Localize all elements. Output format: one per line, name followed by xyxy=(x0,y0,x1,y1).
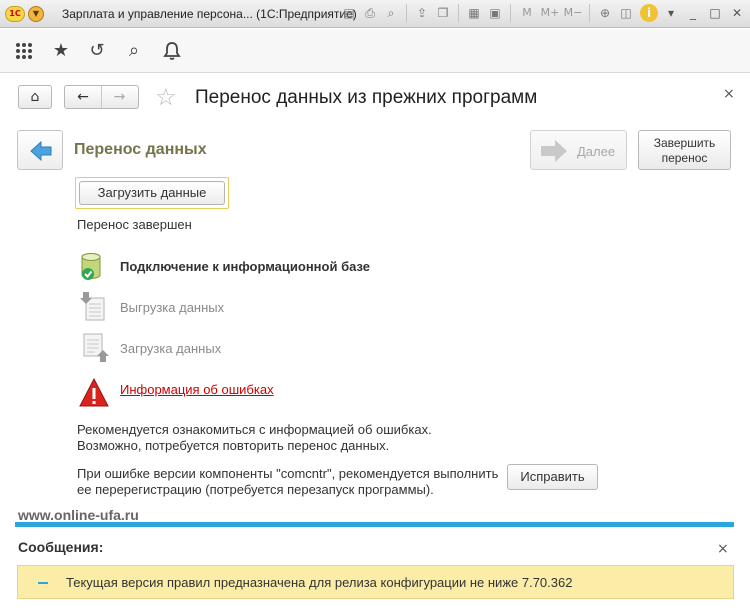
step-import-label: Загрузка данных xyxy=(120,341,222,356)
load-data-button[interactable]: Загрузить данные xyxy=(79,181,225,205)
finish-transfer-button[interactable]: Завершить перенос xyxy=(638,130,731,170)
search-icon[interactable]: ⌕ xyxy=(122,39,146,63)
maximize-icon[interactable]: □ xyxy=(706,4,724,22)
section-title: Перенос данных xyxy=(74,141,207,158)
history-icon[interactable]: ↺ xyxy=(85,39,109,63)
comcntr-text-line1: При ошибке версии компоненты "comcntr", … xyxy=(77,466,499,481)
close-messages-icon[interactable]: × xyxy=(717,541,729,557)
toolbar-divider xyxy=(458,4,459,22)
home-button-group: ⌂ xyxy=(18,85,52,109)
next-button[interactable]: Далее xyxy=(530,130,627,170)
message-marker-icon xyxy=(38,582,48,584)
upload-icon[interactable]: ⇪ xyxy=(413,4,431,22)
close-form-icon[interactable]: × xyxy=(723,86,735,102)
messages-title: Сообщения: xyxy=(18,539,104,555)
home-icon[interactable]: ⌂ xyxy=(19,86,51,108)
calculator-icon[interactable]: ▦ xyxy=(465,4,483,22)
documents-icon[interactable]: ❐ xyxy=(434,4,452,22)
print-icon[interactable]: ⎙ xyxy=(361,4,379,22)
calendar-icon[interactable]: ▣ xyxy=(486,4,504,22)
notifications-bell-icon[interactable] xyxy=(160,39,184,63)
toolbar-divider xyxy=(589,4,590,22)
memory-minus-button[interactable]: M− xyxy=(563,4,583,22)
app-logo-icon: 1С xyxy=(5,6,25,22)
error-warning-icon xyxy=(79,377,109,407)
watermark-text: www.online-ufa.ru xyxy=(18,507,139,523)
back-arrow-icon[interactable]: ← xyxy=(65,86,101,108)
back-arrow-icon xyxy=(30,140,52,162)
export-data-icon xyxy=(80,292,105,321)
info-menu-icon[interactable]: ▾ xyxy=(662,4,680,22)
toolbar-divider xyxy=(510,4,511,22)
finish-button-label-line2: перенос xyxy=(661,151,708,165)
window-controls: i ▾ _ □ ✕ xyxy=(640,4,746,22)
favorite-star-icon[interactable]: ☆ xyxy=(155,84,177,110)
memory-plus-button[interactable]: M+ xyxy=(540,4,560,22)
forward-arrow-icon[interactable]: → xyxy=(101,86,137,108)
messages-divider xyxy=(15,522,734,527)
close-window-icon[interactable]: ✕ xyxy=(728,4,746,22)
fix-button[interactable]: Исправить xyxy=(507,464,598,490)
zoom-icon[interactable]: ⊕ xyxy=(596,4,614,22)
minimize-icon[interactable]: _ xyxy=(684,4,702,22)
finish-button-label-line1: Завершить xyxy=(653,136,716,150)
step-export-label: Выгрузка данных xyxy=(120,300,225,315)
database-connected-icon xyxy=(81,253,101,280)
load-button-focus-frame: Загрузить данные xyxy=(75,177,229,209)
window-title: Зарплата и управление персона... (1С:Пре… xyxy=(62,7,357,21)
message-text: Текущая версия правил предназначена для … xyxy=(66,575,573,590)
main-menu-icon[interactable]: ▼ xyxy=(28,6,44,22)
comcntr-text-line2: ее перерегистрацию (потребуется перезапу… xyxy=(77,482,434,497)
apps-grid-icon[interactable] xyxy=(12,39,36,63)
form-title: Перенос данных из прежних программ xyxy=(195,87,538,108)
recommend-text-line2: Возможно, потребуется повторить перенос … xyxy=(77,438,390,453)
next-button-label: Далее xyxy=(577,144,616,159)
error-info-link[interactable]: Информация об ошибках xyxy=(120,382,274,397)
memory-button[interactable]: M xyxy=(517,4,537,22)
window-title-bar: 1С ▼ Зарплата и управление персона... (1… xyxy=(0,0,750,28)
main-toolbar: ★ ↺ ⌕ xyxy=(0,29,750,73)
next-arrow-icon xyxy=(541,140,567,162)
panels-icon[interactable]: ◫ xyxy=(617,4,635,22)
title-toolbar: ▤ ⎙ ⌕ ⇪ ❐ ▦ ▣ M M+ M− ⊕ ◫ xyxy=(340,4,635,22)
import-data-icon xyxy=(83,333,109,362)
info-icon[interactable]: i xyxy=(640,4,658,22)
preview-icon[interactable]: ⌕ xyxy=(382,4,400,22)
assistant-back-button[interactable] xyxy=(17,130,63,170)
recommend-text-line1: Рекомендуется ознакомиться с информацией… xyxy=(77,422,432,437)
message-item[interactable]: Текущая версия правил предназначена для … xyxy=(17,565,734,599)
favorites-star-icon[interactable]: ★ xyxy=(49,39,73,63)
toolbar-divider xyxy=(406,4,407,22)
step-connect-label: Подключение к информационной базе xyxy=(120,259,371,274)
transfer-status: Перенос завершен xyxy=(77,217,192,232)
navigation-buttons: ← → xyxy=(64,85,139,109)
save-icon[interactable]: ▤ xyxy=(340,4,358,22)
